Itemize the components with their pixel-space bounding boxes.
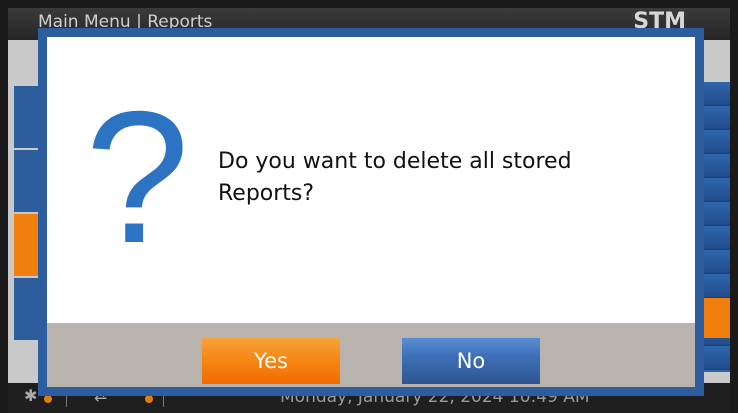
no-button[interactable]: No [402,338,540,384]
yes-button[interactable]: Yes [202,338,340,384]
question-icon: ? [85,72,190,282]
confirm-delete-dialog: ? Do you want to delete all stored Repor… [38,28,704,396]
bluetooth-status-dot [44,395,52,403]
usb-status-dot [145,395,153,403]
dialog-message: Do you want to delete all stored Reports… [218,149,572,206]
dialog-button-bar: Yes No [47,323,695,387]
bluetooth-icon: ✱ [24,386,38,405]
